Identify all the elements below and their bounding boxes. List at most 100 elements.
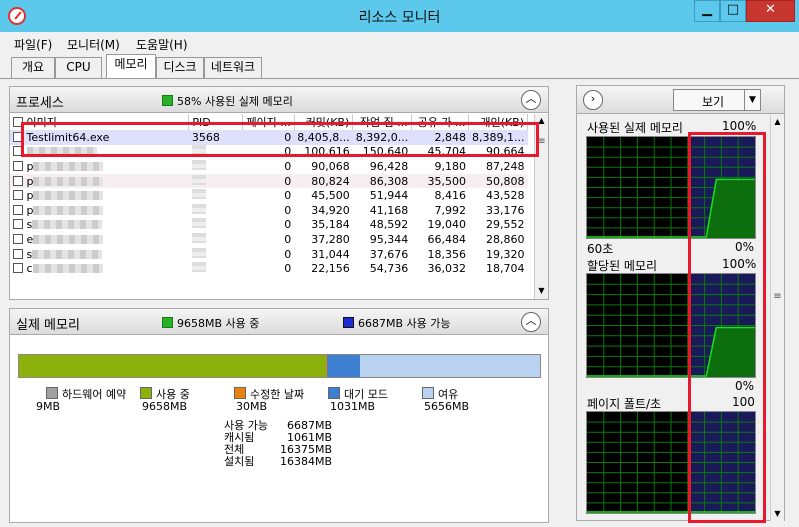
table-row[interactable]: p 0 45,500 51,944 8,416 43,528 <box>10 188 528 203</box>
view-dropdown[interactable]: 보기 ▼ <box>673 89 761 111</box>
blue-indicator-icon <box>343 317 354 328</box>
redacted-name <box>33 161 104 171</box>
green-indicator-icon <box>162 317 173 328</box>
pid-cell <box>189 188 243 203</box>
private-cell: 28,860 <box>486 232 525 246</box>
menu-help[interactable]: 도움말(H) <box>136 36 188 53</box>
scroll-down-icon[interactable]: ▼ <box>536 286 547 296</box>
pid-cell <box>189 218 243 233</box>
stat-value: 16384MB <box>279 455 332 468</box>
working-set-cell: 86,308 <box>369 174 409 188</box>
table-row[interactable]: c 0 22,156 54,736 36,032 18,704 <box>10 261 528 276</box>
maximize-button[interactable]: □ <box>720 0 746 22</box>
table-row[interactable]: e 0 37,280 95,344 66,484 28,860 <box>10 232 528 247</box>
image-cell: e <box>10 232 189 247</box>
shareable-cell: 9,180 <box>434 159 466 173</box>
working-set-cell: 48,592 <box>369 218 409 232</box>
tab-disk[interactable]: 디스크 <box>156 57 204 78</box>
graph3-title: 페이지 폴트/초 <box>587 397 662 411</box>
scrollbar-grip-icon[interactable]: ≡ <box>772 291 783 302</box>
commit-cell: 37,280 <box>311 232 350 246</box>
legend-value: 9658MB <box>142 400 188 413</box>
tab-network[interactable]: 네트워크 <box>204 57 262 78</box>
available-status: 6687MB 사용 가능 <box>343 315 451 331</box>
working-set-cell: 51,944 <box>369 189 409 203</box>
redacted-pid <box>191 189 206 200</box>
redacted-pid <box>191 232 206 243</box>
legend-value: 30MB <box>236 400 268 413</box>
redacted-name <box>33 205 104 215</box>
row-checkbox[interactable] <box>13 175 23 186</box>
chevron-down-icon[interactable]: ▼ <box>744 90 760 110</box>
image-cell: s <box>10 247 189 262</box>
physical-memory-header[interactable]: 실제 메모리 9658MB 사용 중 6687MB 사용 가능 ︿ <box>10 309 548 335</box>
shareable-cell: 18,356 <box>427 247 466 261</box>
table-row[interactable]: p 0 34,920 41,168 7,992 33,176 <box>10 203 528 218</box>
hard-faults-cell: 0 <box>284 189 292 203</box>
memory-bar-in-use <box>19 355 327 377</box>
pid-cell <box>189 261 243 276</box>
working-set-cell: 96,428 <box>369 159 409 173</box>
graph-highlight-box <box>688 132 766 523</box>
tab-memory[interactable]: 메모리 <box>106 54 156 78</box>
graph1-max: 100% <box>722 119 757 133</box>
shareable-cell: 19,040 <box>427 218 466 232</box>
table-row[interactable]: p 0 90,068 96,428 9,180 87,248 <box>10 159 528 174</box>
processes-header[interactable]: 프로세스 58% 사용된 실제 메모리 ︿ <box>10 87 548 113</box>
menu-monitor[interactable]: 모니터(M) <box>67 36 120 53</box>
minimize-button[interactable]: ▁ <box>694 0 720 22</box>
memory-usage-status: 58% 사용된 실제 메모리 <box>162 93 293 109</box>
tab-overview[interactable]: 개요 <box>11 57 55 78</box>
shareable-cell: 66,484 <box>427 232 466 246</box>
private-cell: 33,176 <box>486 203 525 217</box>
private-cell: 50,808 <box>486 174 525 188</box>
working-set-cell: 95,344 <box>369 232 409 246</box>
commit-cell: 34,920 <box>311 203 350 217</box>
scroll-down-icon[interactable]: ▼ <box>772 509 783 518</box>
private-cell: 87,248 <box>486 159 525 173</box>
table-row[interactable]: s 0 35,184 48,592 19,040 29,552 <box>10 218 528 233</box>
pid-cell <box>189 203 243 218</box>
tab-cpu[interactable]: CPU <box>55 57 102 78</box>
expand-sidebar-button[interactable]: › <box>583 90 603 110</box>
hard-faults-cell: 0 <box>284 218 292 232</box>
private-cell: 18,704 <box>486 262 525 276</box>
close-button[interactable]: ✕ <box>746 0 795 22</box>
redacted-name <box>32 220 103 230</box>
image-cell: c <box>10 261 189 276</box>
collapse-processes-button[interactable]: ︿ <box>521 90 541 110</box>
redacted-pid <box>191 247 206 258</box>
row-checkbox[interactable] <box>13 219 23 230</box>
table-row[interactable]: s 0 31,044 37,676 18,356 19,320 <box>10 247 528 262</box>
view-dropdown-label: 보기 <box>702 95 725 109</box>
hard-faults-cell: 0 <box>284 247 292 261</box>
graph-panel-scrollbar[interactable]: ▲ ≡ ▼ <box>770 115 784 521</box>
pid-cell <box>189 159 243 174</box>
row-checkbox[interactable] <box>13 190 23 201</box>
image-cell: p <box>10 188 189 203</box>
menu-file[interactable]: 파일(F) <box>14 36 52 53</box>
table-row[interactable]: p 0 80,824 86,308 35,500 50,808 <box>10 173 528 189</box>
pid-cell <box>189 232 243 247</box>
shareable-cell: 36,032 <box>427 262 466 276</box>
redacted-pid <box>191 262 206 273</box>
memory-bar-free <box>360 355 540 377</box>
legend-value: 1031MB <box>330 400 376 413</box>
image-cell: s <box>10 218 189 233</box>
scroll-up-icon[interactable]: ▲ <box>772 117 783 126</box>
collapse-physical-memory-button[interactable]: ︿ <box>521 312 541 332</box>
row-checkbox[interactable] <box>13 160 23 171</box>
row-checkbox[interactable] <box>13 263 23 274</box>
redacted-name <box>32 264 103 274</box>
row-checkbox[interactable] <box>13 248 23 259</box>
image-cell: p <box>10 174 189 189</box>
shareable-cell: 35,500 <box>427 174 466 188</box>
row-checkbox[interactable] <box>13 204 23 215</box>
process-highlight-box <box>21 122 539 157</box>
row-checkbox[interactable] <box>13 233 23 244</box>
legend-swatch <box>234 387 246 399</box>
hard-faults-cell: 0 <box>284 159 292 173</box>
redacted-pid <box>191 218 206 229</box>
hard-faults-cell: 0 <box>284 262 292 276</box>
working-set-cell: 54,736 <box>369 262 409 276</box>
